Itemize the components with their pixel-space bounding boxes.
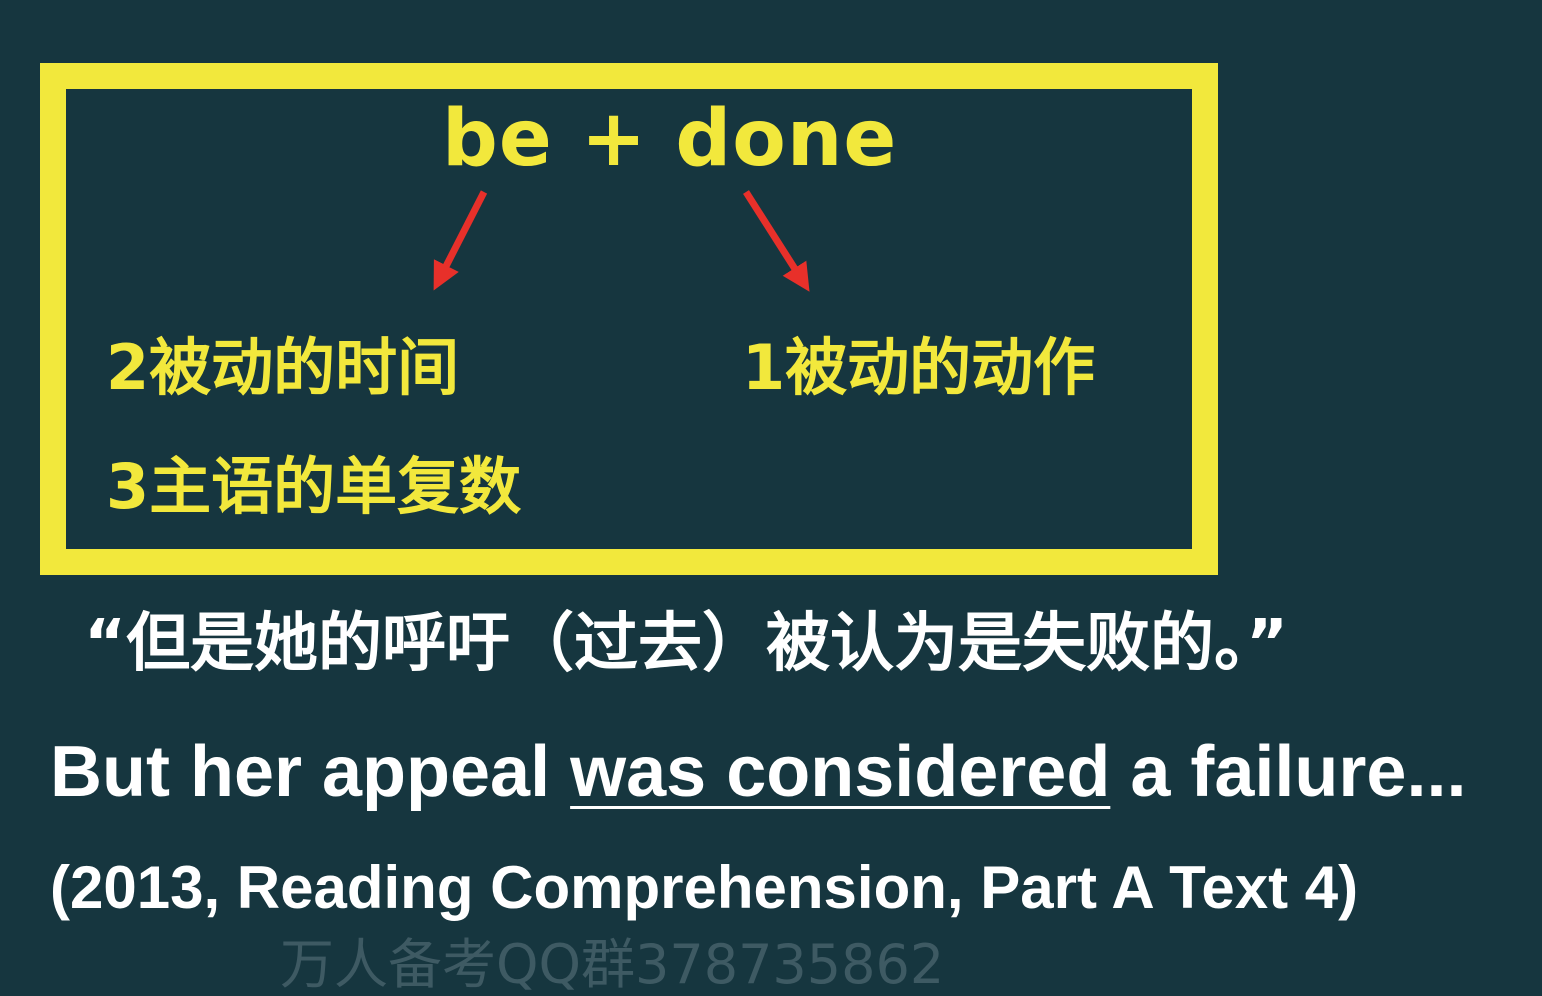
english-sentence-underlined: was considered [570,732,1111,812]
english-sentence-before: But her appeal [50,732,571,812]
chinese-translation: “但是她的呼吁（过去）被认为是失败的。” [84,607,1289,681]
label-passive-action: 1被动的动作 [742,331,1096,404]
source-citation: (2013, Reading Comprehension, Part A Tex… [50,854,1359,921]
english-sentence-after: a failure... [1110,732,1467,812]
label-passive-time: 2被动的时间 [106,331,460,404]
watermark-text: 万人备考QQ群378735862 [280,933,945,996]
label-subject-number: 3主语的单复数 [106,450,522,523]
formula-be-done: be + done [442,94,898,184]
english-sentence: But her appeal was considered a failure.… [50,736,1466,808]
